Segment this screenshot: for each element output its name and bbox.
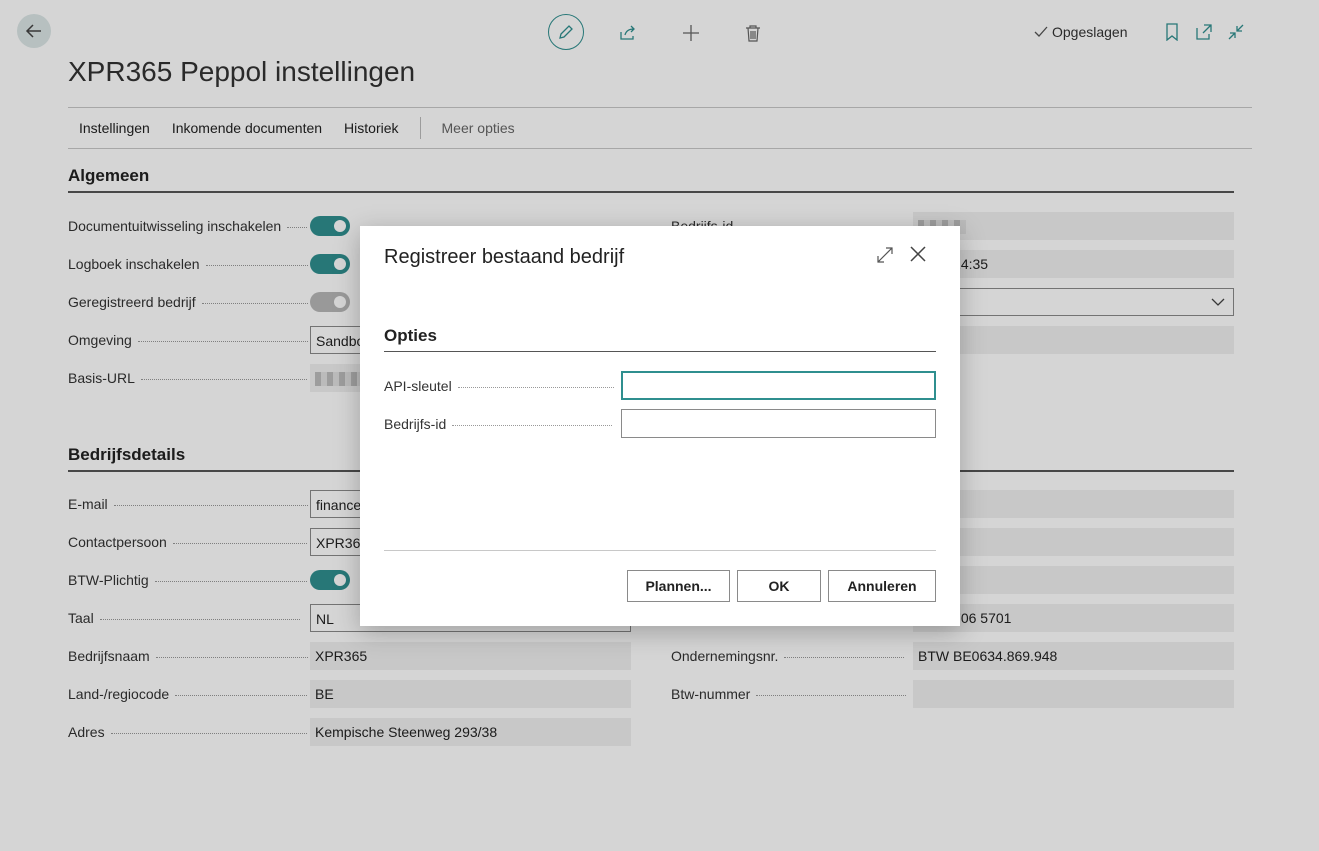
company-id-label: Bedrijfs-id bbox=[384, 410, 614, 438]
close-icon bbox=[910, 246, 926, 262]
expand-icon bbox=[877, 247, 893, 263]
register-company-dialog: Registreer bestaand bedrijf Opties API-s… bbox=[360, 226, 960, 626]
plan-button[interactable]: Plannen... bbox=[627, 570, 730, 602]
close-dialog-button[interactable] bbox=[908, 244, 932, 268]
dialog-section-opties[interactable]: Opties bbox=[384, 326, 437, 346]
ok-button[interactable]: OK bbox=[737, 570, 821, 602]
expand-dialog-button[interactable] bbox=[876, 246, 898, 268]
cancel-button[interactable]: Annuleren bbox=[828, 570, 936, 602]
dialog-title: Registreer bestaand bedrijf bbox=[384, 246, 625, 268]
dialog-footer-divider bbox=[384, 550, 936, 551]
api-key-label: API-sleutel bbox=[384, 372, 614, 400]
dialog-section-divider bbox=[384, 351, 936, 352]
company-id-input[interactable] bbox=[621, 409, 936, 438]
label-dots bbox=[452, 424, 613, 426]
label-dots bbox=[457, 386, 614, 388]
api-key-input[interactable] bbox=[621, 371, 936, 400]
label-text: Bedrijfs-id bbox=[384, 416, 447, 432]
label-text: API-sleutel bbox=[384, 378, 452, 394]
